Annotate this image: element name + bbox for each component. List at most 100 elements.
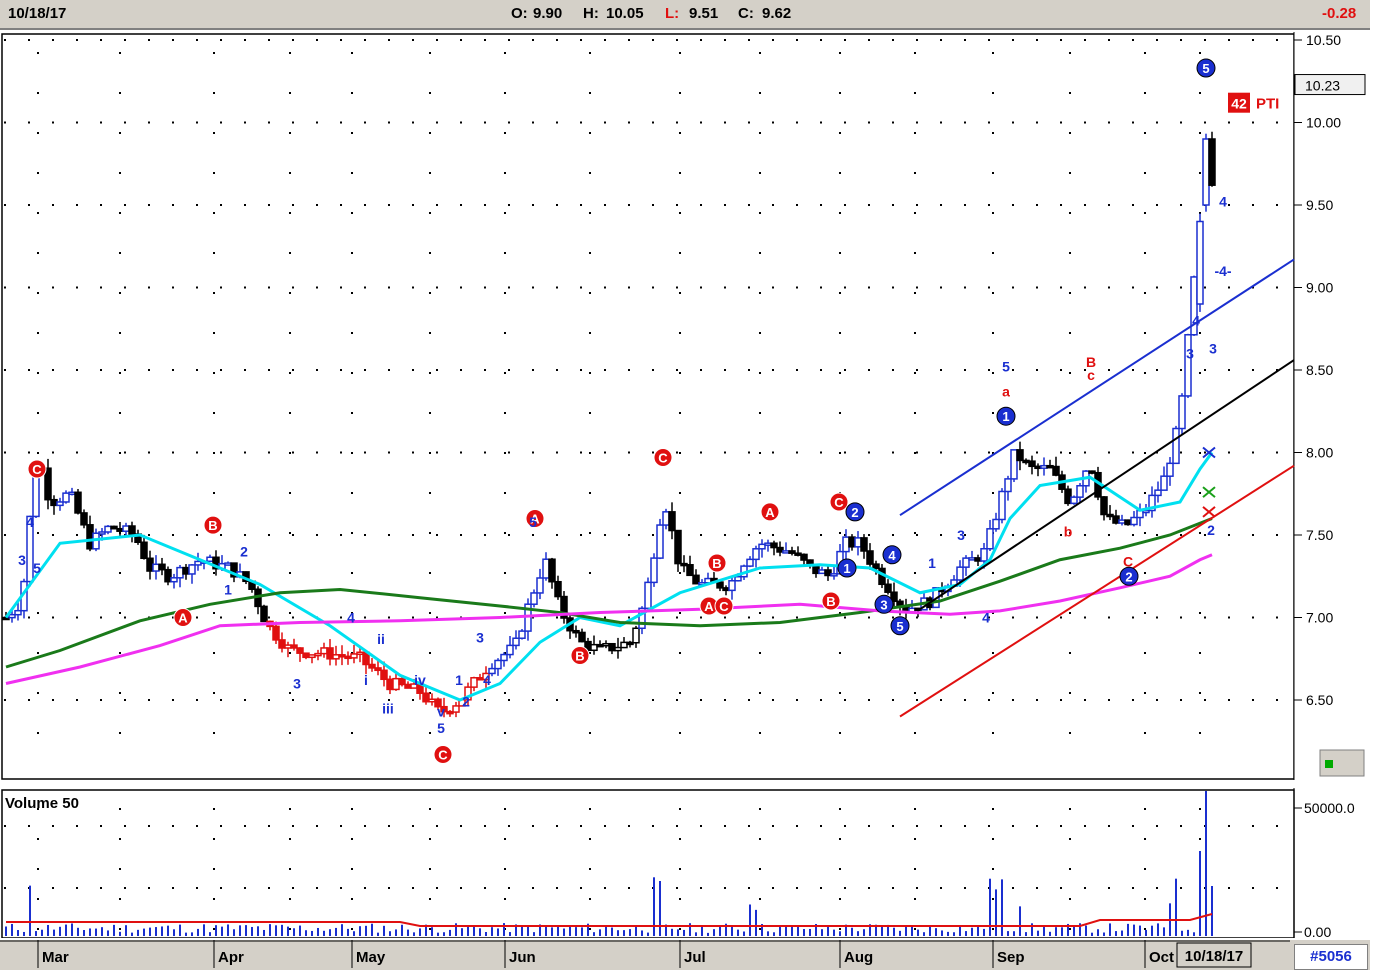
candle-body bbox=[860, 537, 868, 552]
candle-body bbox=[188, 564, 196, 575]
symbol-badge[interactable]: #5056 bbox=[1294, 944, 1368, 970]
candle-body bbox=[530, 592, 538, 605]
candle-body bbox=[206, 556, 214, 563]
date-axis: Mar Apr May Jun Jul Aug Sep Oct 10/18/17 bbox=[0, 940, 1290, 968]
candle-body bbox=[800, 553, 808, 561]
wave-label-text: 2 bbox=[1207, 522, 1215, 538]
candle-body bbox=[854, 537, 862, 548]
candle-body bbox=[758, 543, 766, 550]
wave-label-text: 1 bbox=[1002, 409, 1009, 424]
candle-body bbox=[674, 529, 682, 565]
candle-body bbox=[386, 678, 394, 691]
month-label: Apr bbox=[218, 949, 244, 966]
candle-body bbox=[14, 609, 22, 616]
wave-label-text: 5 bbox=[529, 514, 537, 530]
candle-body bbox=[98, 531, 106, 535]
candle-body bbox=[344, 655, 352, 660]
wave-label-text: a bbox=[1002, 383, 1010, 399]
candle-body bbox=[56, 501, 64, 507]
candle-body bbox=[656, 524, 664, 559]
candle-body bbox=[470, 677, 478, 688]
candle-body bbox=[2, 616, 10, 621]
wave-label-text: 5 bbox=[437, 720, 445, 736]
price-tick-label: 8.50 bbox=[1306, 362, 1333, 378]
current-date-label: 10/18/17 bbox=[1185, 948, 1243, 965]
wave-label-text: v bbox=[437, 704, 445, 720]
candle-body bbox=[380, 669, 388, 681]
wave-label-text: B bbox=[826, 594, 835, 609]
candle-body bbox=[320, 647, 328, 655]
candle-body bbox=[116, 527, 124, 532]
wave-label-text: 3 bbox=[1186, 346, 1194, 362]
candle-body bbox=[164, 568, 172, 583]
candle-body bbox=[830, 573, 838, 577]
price-plot-frame bbox=[1, 33, 1295, 780]
candle-body bbox=[668, 511, 676, 532]
candle-body bbox=[110, 525, 118, 530]
candle-body bbox=[128, 525, 136, 535]
candle-body bbox=[686, 564, 694, 577]
candle-body bbox=[716, 581, 724, 589]
candle-body bbox=[1160, 475, 1168, 491]
candle-body bbox=[1046, 464, 1054, 469]
wave-label-text: iv bbox=[414, 672, 426, 688]
candle-body bbox=[176, 566, 184, 579]
candle-body bbox=[1154, 489, 1162, 497]
candle-body bbox=[518, 630, 526, 639]
candle-body bbox=[1028, 460, 1036, 468]
candle-body bbox=[260, 605, 268, 623]
wave-label-text: B bbox=[575, 648, 584, 663]
wave-label-text: 4 bbox=[888, 548, 896, 563]
candle-body bbox=[842, 536, 850, 553]
candle-body bbox=[506, 644, 514, 656]
candle-body bbox=[422, 692, 430, 703]
candle-body bbox=[722, 587, 730, 592]
candle-body bbox=[1112, 515, 1120, 524]
low-value: 9.51 bbox=[689, 5, 719, 22]
wave-label-text: 3 bbox=[293, 676, 301, 692]
candle-body bbox=[452, 705, 460, 713]
candle-body bbox=[1106, 513, 1114, 518]
candle-body bbox=[680, 562, 688, 567]
candle-body bbox=[494, 659, 502, 670]
last-price-label: 10.23 bbox=[1305, 78, 1340, 94]
candle-body bbox=[572, 629, 580, 634]
candle-body bbox=[614, 646, 622, 652]
volume-chart[interactable]: Volume 50 50000.0 0.00 bbox=[0, 788, 1370, 938]
wave-label-text: C bbox=[32, 462, 42, 477]
candle-body bbox=[650, 557, 658, 584]
tool-icon-part bbox=[1325, 760, 1333, 768]
candle-body bbox=[824, 569, 832, 577]
candle-body bbox=[662, 511, 670, 526]
candle-body bbox=[980, 547, 988, 562]
candle-body bbox=[770, 542, 778, 549]
wave-label-text: iii bbox=[382, 700, 394, 716]
candle-body bbox=[776, 546, 784, 553]
candle-body bbox=[884, 583, 892, 593]
wave-label-text: 4 bbox=[1219, 194, 1227, 210]
candle-body bbox=[122, 525, 130, 532]
price-tick-label: 10.50 bbox=[1306, 32, 1341, 48]
candle-body bbox=[224, 562, 232, 566]
candle-body bbox=[296, 647, 304, 654]
right-margin bbox=[1370, 0, 1400, 970]
candle-body bbox=[986, 528, 994, 550]
candle-body bbox=[74, 491, 82, 514]
price-chart[interactable]: 10.50 10.00 9.50 9.00 8.50 8.00 7.50 7.00 6.50 10… bbox=[0, 32, 1370, 782]
wave-label-text: 2 bbox=[1125, 569, 1132, 584]
candle-body bbox=[1130, 516, 1138, 526]
last-price-marker: 10.23 bbox=[1294, 74, 1366, 96]
candle-body bbox=[794, 552, 802, 556]
candle-body bbox=[992, 518, 1000, 530]
candle-body bbox=[272, 625, 280, 641]
candle-body bbox=[140, 541, 148, 560]
wave-label-text: 1 bbox=[224, 581, 232, 597]
candle-body bbox=[782, 550, 790, 554]
wave-label-text: 3 bbox=[476, 629, 484, 645]
high-value: 10.05 bbox=[606, 5, 644, 22]
month-label: May bbox=[356, 949, 386, 966]
price-axis-bg bbox=[1294, 32, 1370, 782]
candle-body bbox=[1022, 459, 1030, 464]
candle-body bbox=[848, 536, 856, 548]
candle-body bbox=[1034, 465, 1042, 470]
